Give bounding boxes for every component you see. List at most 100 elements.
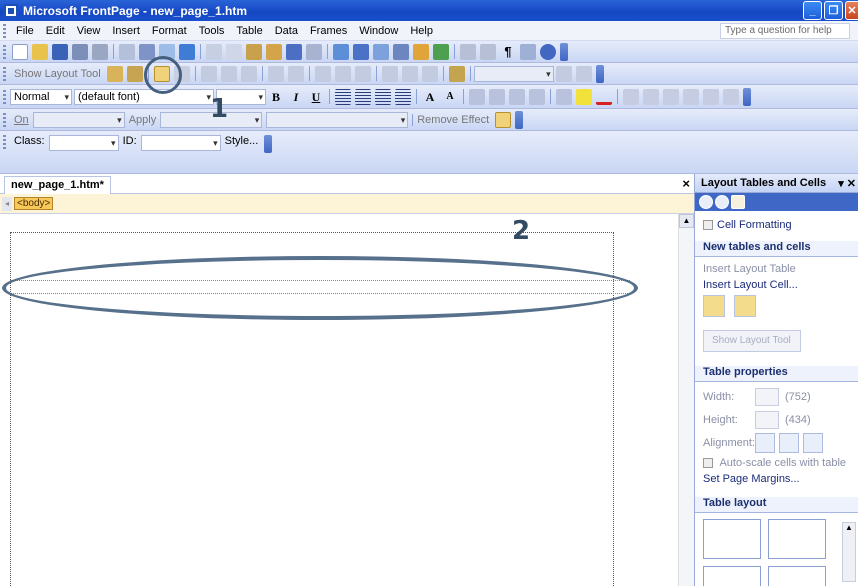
toolbar-options-icon[interactable]	[515, 110, 524, 129]
ltr-icon[interactable]	[623, 88, 639, 105]
menu-format[interactable]: Format	[146, 25, 193, 37]
insert-layout-cell-link[interactable]: Insert Layout Cell...	[703, 279, 850, 291]
toolbar-grip[interactable]	[3, 44, 6, 59]
increase-font-icon[interactable]: A	[422, 89, 438, 105]
close-button[interactable]: ✕	[845, 1, 858, 20]
send-back-icon[interactable]	[723, 88, 739, 105]
help-search-input[interactable]: Type a question for help	[720, 23, 850, 39]
format-painter-icon[interactable]	[266, 43, 282, 60]
table-autoformat-icon[interactable]	[575, 65, 592, 82]
task-pane-scroll-up-icon[interactable]: ▲	[842, 522, 856, 582]
copy-icon[interactable]	[226, 43, 242, 60]
align-center-icon[interactable]	[779, 433, 799, 453]
insert-columns-icon[interactable]	[220, 65, 237, 82]
undo-icon[interactable]	[286, 43, 302, 60]
new-page-icon[interactable]	[12, 43, 28, 60]
distribute-columns-icon[interactable]	[401, 65, 418, 82]
menu-insert[interactable]: Insert	[106, 25, 146, 37]
move-forward-icon[interactable]	[663, 88, 679, 105]
draw-layout-table-icon[interactable]	[703, 295, 725, 317]
borders-icon[interactable]	[556, 88, 572, 105]
height-input[interactable]	[755, 411, 779, 429]
insert-layer-icon[interactable]	[373, 43, 389, 60]
increase-indent-icon[interactable]	[529, 88, 545, 105]
align-right-icon[interactable]	[803, 433, 823, 453]
align-bottom-icon[interactable]	[354, 65, 371, 82]
style-dropdown[interactable]: Normal	[10, 88, 72, 105]
draw-layout-cell-icon[interactable]	[734, 295, 757, 317]
help-icon[interactable]	[540, 43, 556, 60]
menu-window[interactable]: Window	[353, 25, 404, 37]
layout-thumbnail[interactable]	[703, 519, 761, 559]
numbering-icon[interactable]	[469, 88, 485, 105]
distribute-rows-icon[interactable]	[381, 65, 398, 82]
highlight-effects-icon[interactable]	[495, 111, 512, 128]
split-cells-icon[interactable]	[287, 65, 304, 82]
menu-table[interactable]: Table	[230, 25, 268, 37]
toolbar-grip[interactable]	[3, 112, 6, 127]
rtl-icon[interactable]	[643, 88, 659, 105]
show-layout-tool-button[interactable]: Show Layout Tool	[14, 68, 101, 80]
autoformat-icon[interactable]	[555, 65, 572, 82]
set-page-margins-link[interactable]: Set Page Margins...	[703, 473, 850, 485]
search-icon[interactable]	[72, 43, 88, 60]
cut-icon[interactable]	[206, 43, 222, 60]
align-top-icon[interactable]	[314, 65, 331, 82]
menu-help[interactable]: Help	[404, 25, 439, 37]
decrease-font-icon[interactable]: A	[442, 89, 458, 105]
autoscale-checkbox[interactable]	[703, 458, 713, 469]
vertical-scrollbar[interactable]: ▲	[678, 214, 694, 586]
insert-layout-table-icon[interactable]	[106, 65, 123, 82]
underline-icon[interactable]: U	[308, 89, 324, 105]
restore-button[interactable]: ❐	[824, 1, 843, 20]
align-left-icon[interactable]	[755, 433, 775, 453]
task-pane-close-icon[interactable]: ▾ ✕	[838, 177, 856, 190]
bring-front-icon[interactable]	[703, 88, 719, 105]
menu-data[interactable]: Data	[269, 25, 304, 37]
layout-thumbnail[interactable]	[768, 566, 827, 586]
table-autoformat-dropdown[interactable]	[473, 65, 554, 82]
layout-thumbnail[interactable]	[768, 519, 827, 559]
save-icon[interactable]	[52, 43, 68, 60]
center-vertically-icon[interactable]	[334, 65, 351, 82]
forward-icon[interactable]	[715, 195, 729, 209]
layout-thumbnail[interactable]	[703, 566, 761, 586]
event-dropdown[interactable]	[32, 111, 125, 128]
paste-icon[interactable]	[246, 43, 262, 60]
body-tag[interactable]: <body>	[14, 197, 54, 210]
settings-dropdown[interactable]	[266, 111, 409, 128]
insert-rows-icon[interactable]	[200, 65, 217, 82]
bullets-icon[interactable]	[489, 88, 505, 105]
page-editor-canvas[interactable]: 2	[0, 214, 678, 586]
highlight-icon[interactable]	[576, 88, 592, 105]
home-icon[interactable]	[731, 195, 745, 209]
menu-tools[interactable]: Tools	[193, 25, 231, 37]
font-color-icon[interactable]	[596, 89, 612, 105]
toolbar-options-icon[interactable]	[595, 64, 604, 83]
menu-file[interactable]: File	[10, 25, 40, 37]
tag-scroll-left-icon[interactable]: ◂	[2, 196, 12, 211]
insert-table-icon[interactable]	[353, 43, 369, 60]
id-dropdown[interactable]	[140, 135, 221, 151]
toolbar-options-icon[interactable]	[560, 42, 568, 61]
spelling-icon[interactable]	[179, 43, 195, 60]
menu-view[interactable]: View	[71, 25, 107, 37]
insert-layout-table-link[interactable]: Insert Layout Table	[703, 263, 850, 275]
class-dropdown[interactable]	[48, 135, 119, 151]
width-input[interactable]	[755, 388, 779, 406]
toolbar-options-icon[interactable]	[743, 87, 751, 106]
frontpage-app-icon[interactable]	[4, 3, 18, 18]
print-icon[interactable]	[92, 43, 108, 60]
merge-cells-icon[interactable]	[267, 65, 284, 82]
toolbar-options-icon[interactable]	[264, 135, 273, 153]
font-dropdown[interactable]: (default font)	[74, 88, 214, 105]
open-folder-icon[interactable]	[32, 43, 48, 60]
task-pane-title[interactable]: Layout Tables and Cells	[701, 177, 826, 189]
close-document-icon[interactable]: ×	[682, 176, 690, 191]
tab-new-page-1[interactable]: new_page_1.htm*	[4, 176, 111, 194]
show-all-icon[interactable]	[520, 43, 536, 60]
paragraph-marks-icon[interactable]: ¶	[500, 44, 516, 60]
drawing-icon[interactable]	[413, 43, 429, 60]
justify-icon[interactable]	[395, 88, 411, 105]
refresh-icon[interactable]	[460, 43, 476, 60]
